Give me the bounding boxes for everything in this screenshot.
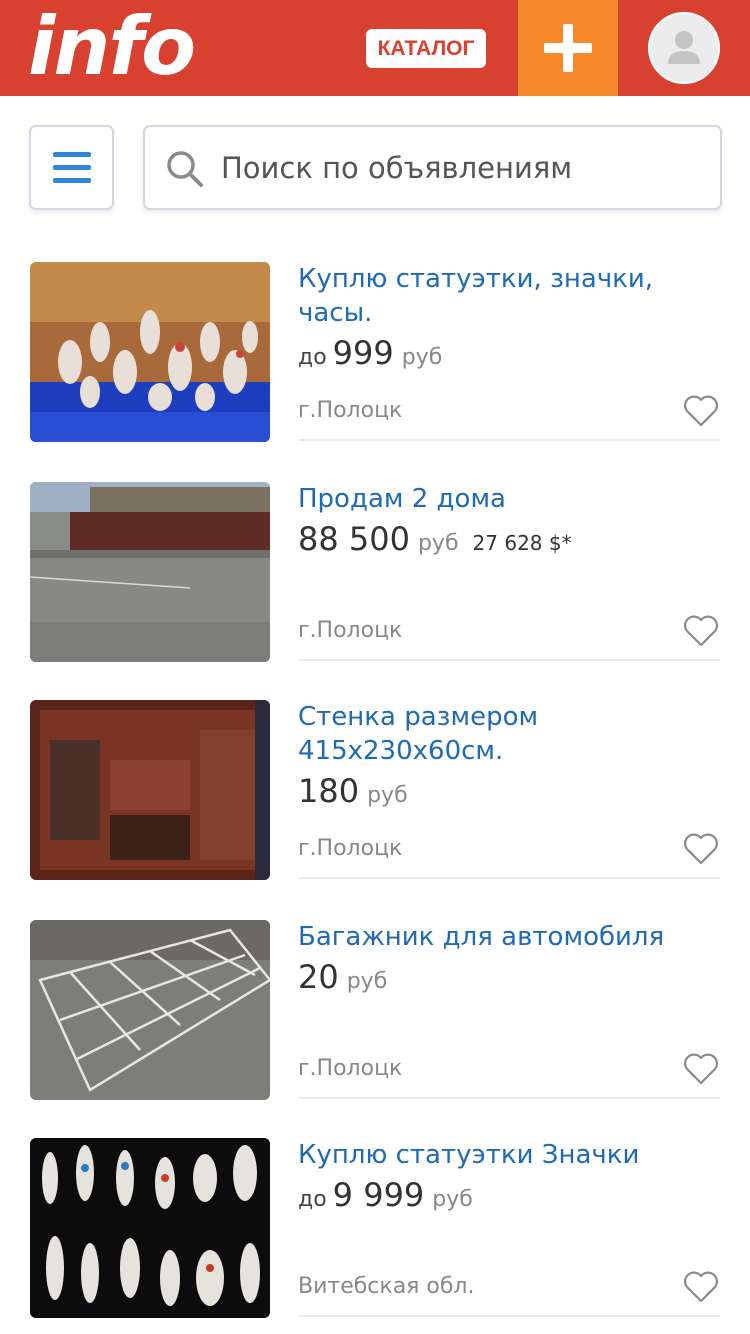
heart-outline-icon[interactable] xyxy=(682,1052,720,1086)
listing-price: 88 500 руб 27 628 $* xyxy=(298,520,572,558)
hamburger-icon-line xyxy=(53,165,91,170)
listing-divider xyxy=(298,877,720,879)
listing-divider xyxy=(298,1315,720,1317)
price-amount: 999 xyxy=(332,334,394,372)
add-listing-button[interactable] xyxy=(518,0,618,96)
listing-title[interactable]: Багажник для автомобиля xyxy=(298,920,718,954)
listing-photo[interactable] xyxy=(30,920,270,1100)
price-currency: руб xyxy=(417,531,459,556)
listing-item[interactable]: Продам 2 дома 88 500 руб 27 628 $* г.Полоц… xyxy=(0,482,750,682)
heart-outline-icon[interactable] xyxy=(682,394,720,428)
listing-location: Витебская обл. xyxy=(298,1274,475,1299)
listing-title[interactable]: Куплю статуэтки, значки, часы. xyxy=(298,262,718,330)
listing-divider xyxy=(298,439,720,441)
listing-location: г.Полоцк xyxy=(298,836,403,861)
hamburger-icon-line xyxy=(53,178,91,183)
price-amount: 88 500 xyxy=(298,520,410,558)
search-box[interactable] xyxy=(143,125,722,210)
listing-title[interactable]: Продам 2 дома xyxy=(298,482,718,516)
price-usd: 27 628 $* xyxy=(472,531,572,555)
price-prefix: до xyxy=(298,345,327,370)
price-amount: 20 xyxy=(298,958,339,996)
heart-outline-icon[interactable] xyxy=(682,1270,720,1304)
listing-location: г.Полоцк xyxy=(298,398,403,423)
price-currency: руб xyxy=(401,345,443,370)
plus-icon-vertical xyxy=(563,24,573,72)
top-header: info КАТАЛОГ xyxy=(0,0,750,96)
listing-item[interactable]: Багажник для автомобиля 20 руб г.Полоцк xyxy=(0,920,750,1120)
user-avatar-icon xyxy=(668,31,700,64)
catalog-button[interactable]: КАТАЛОГ xyxy=(366,29,486,68)
listing-photo[interactable] xyxy=(30,262,270,442)
listing-item[interactable]: Куплю статуэтки, значки, часы. до 999 руб … xyxy=(0,262,750,462)
listing-photo[interactable] xyxy=(30,700,270,880)
listing-photo[interactable] xyxy=(30,482,270,662)
price-prefix: до xyxy=(298,1187,327,1212)
user-avatar-button[interactable] xyxy=(648,12,720,84)
site-logo[interactable]: info xyxy=(28,2,196,92)
listing-title[interactable]: Куплю статуэтки Значки xyxy=(298,1138,718,1172)
price-currency: руб xyxy=(346,969,388,994)
menu-button[interactable] xyxy=(29,125,114,210)
listing-price: 180 руб xyxy=(298,772,408,810)
listing-item[interactable]: Куплю статуэтки Значки до 9 999 руб Витебс… xyxy=(0,1138,750,1334)
listing-title[interactable]: Стенка размером 415х230х60см. xyxy=(298,700,718,768)
listing-item[interactable]: Стенка размером 415х230х60см. 180 руб г.П… xyxy=(0,700,750,900)
hamburger-icon xyxy=(53,152,91,157)
price-currency: руб xyxy=(432,1187,473,1212)
listing-divider xyxy=(298,659,720,661)
search-icon xyxy=(167,151,203,187)
listing-location: г.Полоцк xyxy=(298,1056,403,1081)
price-amount: 180 xyxy=(298,772,360,810)
price-currency: руб xyxy=(367,783,408,808)
heart-outline-icon[interactable] xyxy=(682,614,720,648)
listing-price: 20 руб xyxy=(298,958,387,996)
listing-photo[interactable] xyxy=(30,1138,270,1318)
listing-price: до 9 999 руб xyxy=(298,1176,473,1214)
search-input[interactable] xyxy=(221,141,701,195)
listing-divider xyxy=(298,1097,720,1099)
price-amount: 9 999 xyxy=(332,1176,425,1214)
heart-outline-icon[interactable] xyxy=(682,832,720,866)
listing-location: г.Полоцк xyxy=(298,618,403,643)
listing-price: до 999 руб xyxy=(298,334,442,372)
